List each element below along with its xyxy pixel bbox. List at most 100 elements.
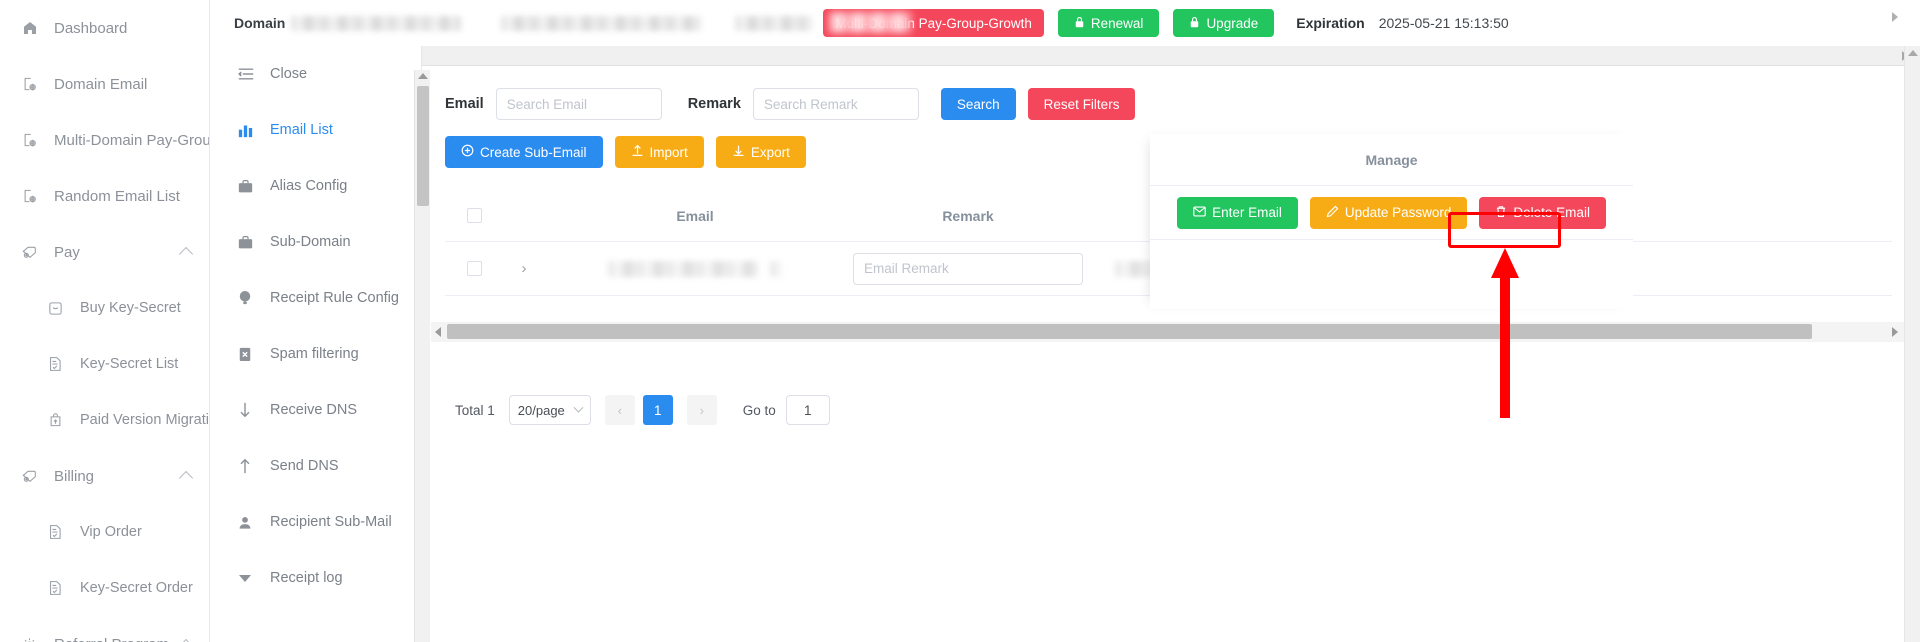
sidebar-item-label: Domain Email [54,75,148,93]
sidebar-item-label: Close [270,66,308,82]
update-password-label: Update Password [1344,205,1452,220]
sidebar-item-label: Send DNS [270,458,339,474]
sidebar-item-receipt-rule-config[interactable]: Receipt Rule Config [210,270,421,326]
sidebar-item-label: Buy Key-Secret [80,300,181,316]
sidebar-item-send-dns[interactable]: Send DNS [210,438,421,494]
upload-icon [631,144,644,160]
sidebar-item-paid-version-migration[interactable]: Paid Version Migration [0,392,209,448]
sidebar-item-sub-domain[interactable]: Sub-Domain [210,214,421,270]
import-label: Import [649,144,688,160]
create-sub-email-button[interactable]: Create Sub-Email [445,136,603,168]
prev-page-button[interactable]: ‹ [604,395,635,425]
bulb-icon [238,290,262,306]
sidebar-item-label: Billing [54,467,95,485]
import-button[interactable]: Import [614,136,704,168]
chevron-up-icon[interactable] [178,470,194,486]
sidebar-item-label: Random Email List [54,187,180,205]
sidebar-item-referral-program[interactable]: Referral Program [0,616,209,642]
download-icon [732,144,745,160]
sidebar-item-spam-filtering[interactable]: Spam filtering [210,326,421,382]
sidebar-item-recipient-sub-mail[interactable]: Recipient Sub-Mail [210,494,421,550]
lock-icon [1074,16,1085,31]
reset-filters-button[interactable]: Reset Filters [1027,88,1136,120]
renewal-button[interactable]: Renewal [1057,9,1160,37]
sidebar-scrollbar[interactable] [414,70,430,642]
scroll-up-arrow-icon[interactable] [1908,50,1918,56]
scroll-right-arrow-icon[interactable] [1892,327,1898,337]
h-scrollbar-thumb[interactable] [447,324,1812,339]
pencil-icon [1326,205,1339,221]
sidebar-item-label: Sub-Domain [270,234,351,250]
sidebar-item-close[interactable]: Close [210,46,421,102]
header-email: Email [676,207,714,224]
total-count-label: Total 1 [455,402,495,418]
upgrade-label: Upgrade [1206,15,1259,31]
next-page-button[interactable]: › [686,395,717,425]
sidebar-item-receipt-log[interactable]: Receipt log [210,550,421,606]
pagination: Total 1 20/page ‹ 1 › Go to [455,395,830,425]
sidebar-item-multi-domain-pay-group[interactable]: Multi-Domain Pay-Group [0,112,209,168]
sidebar-item-label: Receipt log [270,570,343,586]
email-remark-input[interactable] [853,252,1083,285]
search-email-input[interactable] [495,88,662,120]
search-remark-input[interactable] [752,88,919,120]
row-checkbox[interactable] [466,261,482,276]
arrow-down-icon [238,402,262,418]
sidebar-item-random-email-list[interactable]: Random Email List [0,168,209,224]
sidebar-item-alias-config[interactable]: Alias Config [210,158,421,214]
sidebar-item-dashboard[interactable]: Dashboard [0,0,209,56]
panel-collapse-strip[interactable] [210,46,1920,66]
sidebar-item-billing[interactable]: Billing [0,448,209,504]
sidebar-item-receive-dns[interactable]: Receive DNS [210,382,421,438]
plan-tag-redacted [829,12,912,33]
goto-page-input[interactable] [785,395,830,425]
table-horizontal-scrollbar[interactable] [431,322,1904,342]
update-password-button[interactable]: Update Password [1309,196,1468,229]
select-all-checkbox[interactable] [466,208,482,223]
sidebar-item-buy-key-secret[interactable]: Buy Key-Secret [0,280,209,336]
document-web-icon [22,75,44,93]
email-filter-label: Email [445,96,484,112]
page-size-value: 20/page [517,402,565,418]
home-icon [22,19,44,37]
page-number-1[interactable]: 1 [642,395,673,425]
domain-label: Domain [234,15,286,31]
sidebar-item-vip-order[interactable]: Vip Order [0,504,209,560]
chevron-up-icon[interactable] [178,246,194,262]
document-web-icon [22,131,44,149]
scroll-left-arrow-icon[interactable] [435,327,441,337]
enter-email-button[interactable]: Enter Email [1177,196,1298,229]
document-check-icon [48,355,70,373]
plan-tag-badge[interactable]: Multi-Domain Pay-Group-Growth [823,9,1044,37]
document-web-icon [22,187,44,205]
sidebar-item-domain-email[interactable]: Domain Email [0,56,209,112]
search-button[interactable]: Search [940,88,1016,120]
sidebar-item-label: Pay [54,243,80,261]
arrow-up-icon [238,458,262,474]
domain-extra-redacted [735,15,814,31]
sidebar-item-label: Vip Order [80,524,142,540]
sidebar-item-key-secret-list[interactable]: Key-Secret List [0,336,209,392]
scrollbar-thumb[interactable] [417,86,429,206]
secondary-sidebar: Close Email List Alias Config Sub-Domain… [210,46,422,642]
sidebar-item-label: Spam filtering [270,346,359,362]
document-check-icon [48,523,70,541]
export-button[interactable]: Export [715,136,806,168]
sidebar-item-email-list[interactable]: Email List [210,102,421,158]
sidebar-item-label: Key-Secret Order [80,580,193,596]
sidebar-item-key-secret-order[interactable]: Key-Secret Order [0,560,209,616]
sidebar-item-pay[interactable]: Pay [0,224,209,280]
top-domain-bar: Domain Multi-Domain Pay-Group-Growth Ren… [210,0,1920,46]
primary-sidebar: Dashboard Domain Email Multi-Domain Pay-… [0,0,210,642]
upgrade-button[interactable]: Upgrade [1173,9,1275,37]
expand-row-icon[interactable]: › [503,260,545,277]
sidebar-item-label: Receive DNS [270,402,358,418]
scroll-right-arrow-icon[interactable] [1892,12,1898,22]
remark-filter-label: Remark [687,96,741,112]
page-scrollbar[interactable] [1904,46,1920,642]
scroll-up-arrow-icon[interactable] [418,73,428,79]
collapse-icon [238,67,262,81]
page-size-select[interactable]: 20/page [508,395,591,425]
sidebar-item-label: Email List [270,122,333,138]
delete-email-button[interactable]: Delete Email [1479,196,1606,229]
